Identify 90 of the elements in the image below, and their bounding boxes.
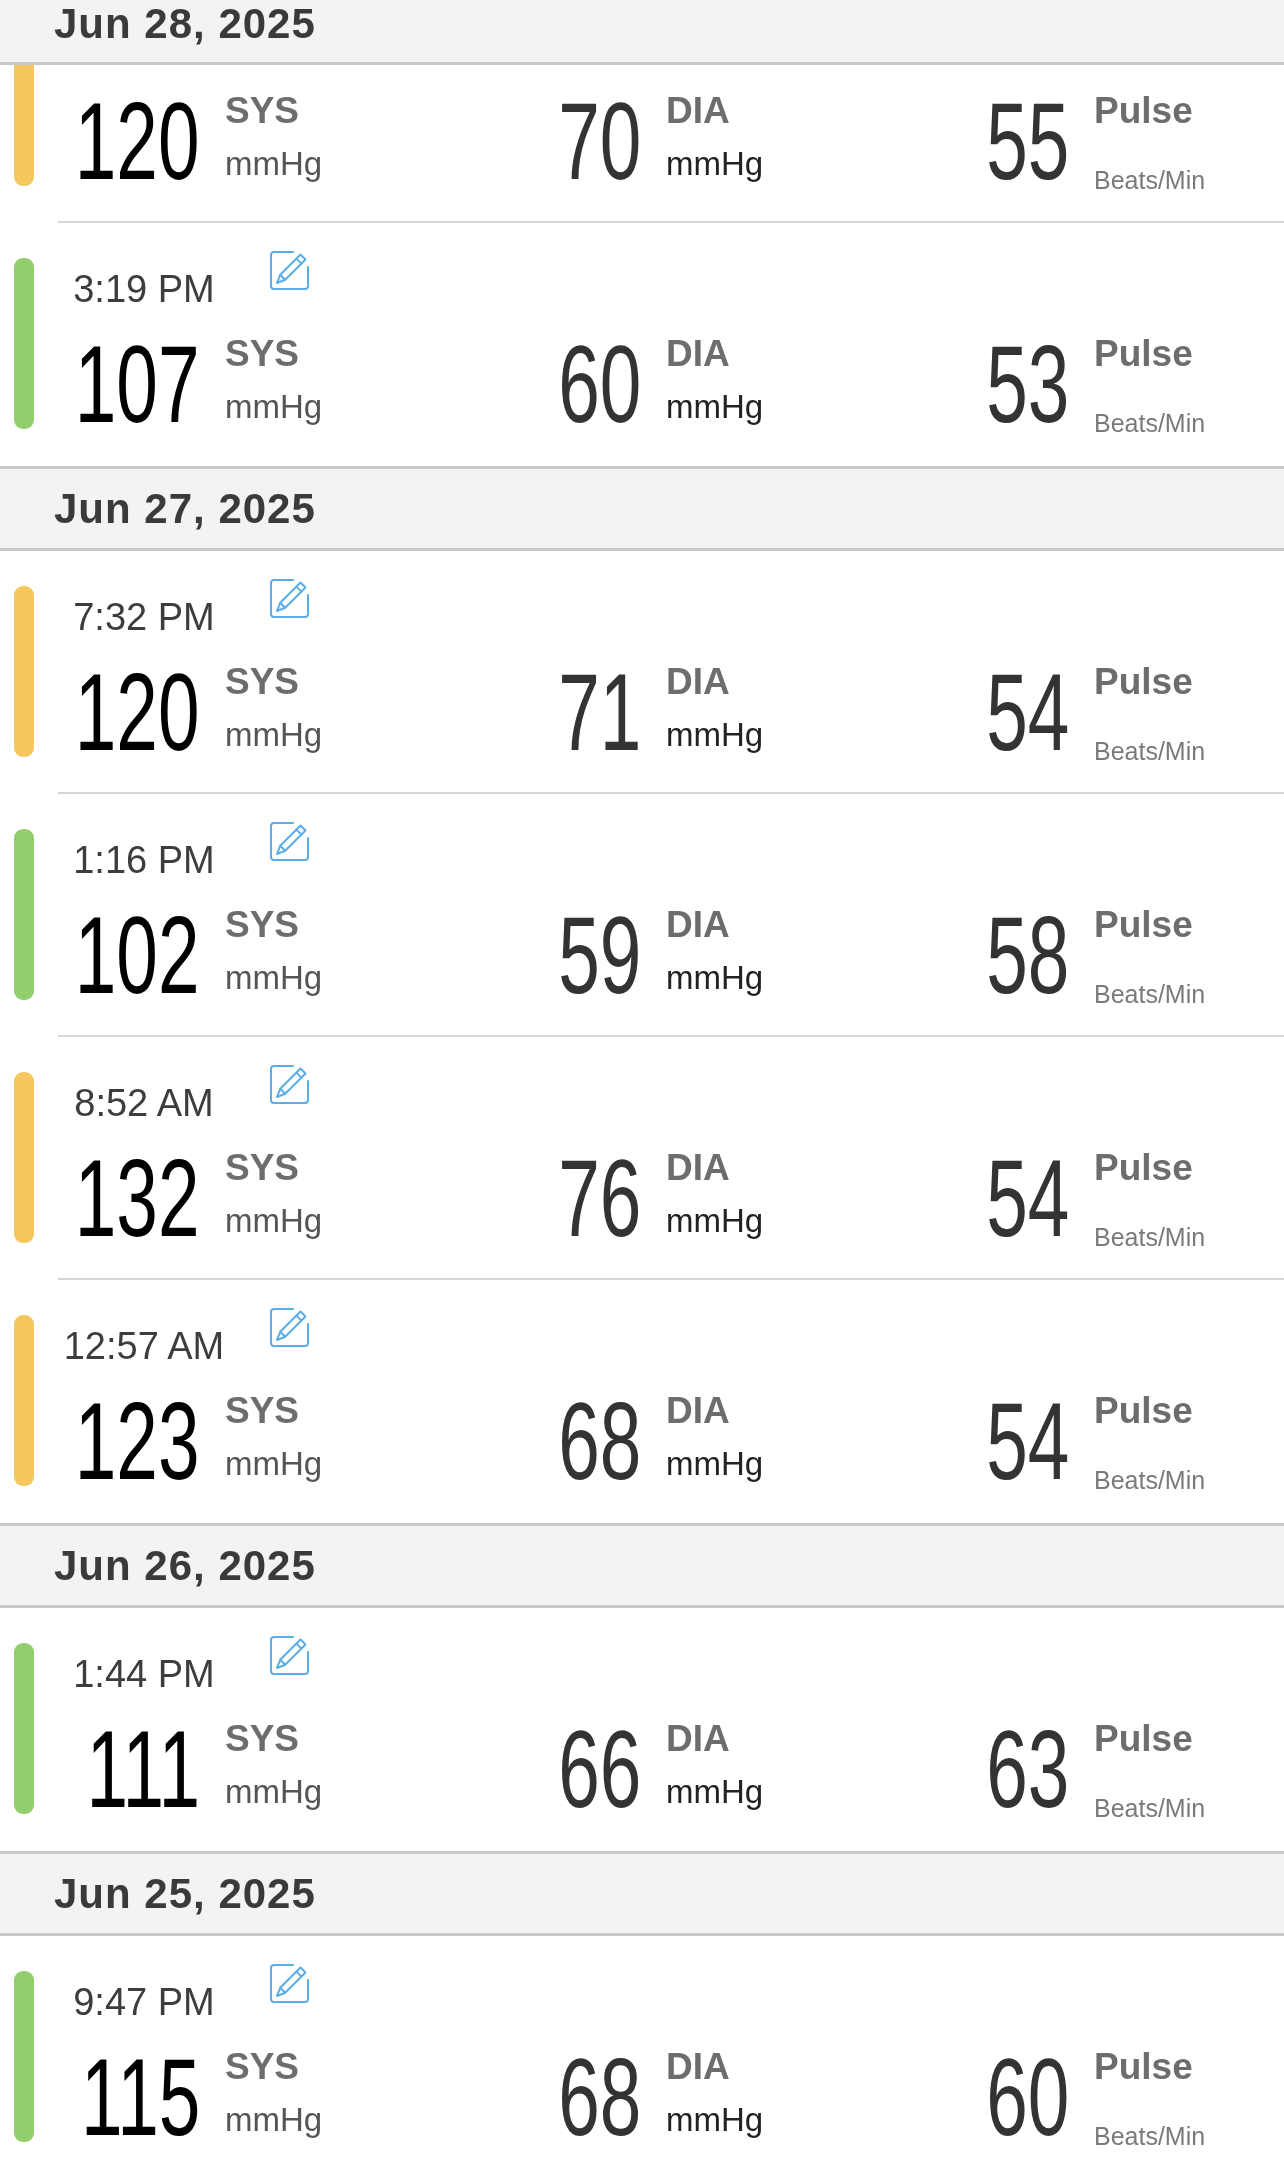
date-header: Jun 25, 2025: [0, 1851, 1284, 1936]
edit-icon[interactable]: [269, 578, 310, 619]
pulse-value: 54: [985, 1157, 1069, 1240]
diastolic-value: 71: [557, 671, 641, 754]
reading-time: 1:44 PM: [72, 1655, 216, 1693]
diastolic-value: 68: [557, 1400, 641, 1483]
date-header: Jun 27, 2025: [0, 466, 1284, 551]
reading-time: 3:19 PM: [72, 270, 216, 308]
systolic-label: SYS: [225, 1149, 300, 1186]
pulse-label: Pulse: [1094, 2048, 1193, 2085]
diastolic-unit: mmHg: [666, 1204, 764, 1237]
diastolic-unit: mmHg: [666, 961, 764, 994]
diastolic-label: DIA: [666, 1720, 730, 1757]
systolic-unit: mmHg: [225, 1775, 323, 1808]
systolic-value: 111: [86, 1728, 200, 1811]
systolic-label: SYS: [225, 663, 300, 700]
edit-icon[interactable]: [269, 1635, 310, 1676]
diastolic-label: DIA: [666, 663, 730, 700]
diastolic-value: 59: [557, 914, 641, 997]
systolic-unit: mmHg: [225, 390, 323, 423]
reading-time: 7:32 PM: [72, 598, 216, 636]
pulse-label: Pulse: [1094, 1720, 1193, 1757]
pulse-value: 54: [985, 1400, 1069, 1483]
edit-icon[interactable]: [269, 250, 310, 291]
systolic-value: 115: [80, 2056, 200, 2139]
diastolic-label: DIA: [666, 92, 730, 129]
systolic-label: SYS: [225, 335, 300, 372]
pulse-label: Pulse: [1094, 1149, 1193, 1186]
diastolic-unit: mmHg: [666, 1775, 764, 1808]
systolic-label: SYS: [225, 1392, 300, 1429]
pulse-label: Pulse: [1094, 335, 1193, 372]
pulse-unit: Beats/Min: [1094, 739, 1206, 764]
diastolic-unit: mmHg: [666, 718, 764, 751]
systolic-label: SYS: [225, 92, 300, 129]
pulse-unit: Beats/Min: [1094, 1468, 1206, 1493]
diastolic-label: DIA: [666, 335, 730, 372]
diastolic-unit: mmHg: [666, 147, 764, 180]
edit-icon[interactable]: [269, 821, 310, 862]
systolic-label: SYS: [225, 1720, 300, 1757]
edit-icon[interactable]: [269, 1963, 310, 2004]
pulse-unit: Beats/Min: [1094, 982, 1206, 1007]
diastolic-value: 70: [557, 100, 641, 183]
systolic-unit: mmHg: [225, 1204, 323, 1237]
pulse-value: 54: [985, 671, 1069, 754]
pulse-unit: Beats/Min: [1094, 411, 1206, 436]
reading-time: 1:16 PM: [72, 841, 216, 879]
systolic-value: 120: [75, 100, 200, 183]
pulse-label: Pulse: [1094, 1392, 1193, 1429]
edit-icon[interactable]: [269, 1307, 310, 1348]
diastolic-value: 68: [557, 2056, 641, 2139]
diastolic-value: 60: [557, 343, 641, 426]
systolic-value: 102: [75, 914, 200, 997]
systolic-value: 123: [75, 1400, 200, 1483]
date-header: Jun 26, 2025: [0, 1523, 1284, 1608]
pulse-value: 60: [985, 2056, 1069, 2139]
pulse-value: 63: [985, 1728, 1069, 1811]
systolic-unit: mmHg: [225, 961, 323, 994]
pulse-label: Pulse: [1094, 92, 1193, 129]
diastolic-label: DIA: [666, 1149, 730, 1186]
reading-time: 12:57 AM: [62, 1327, 226, 1365]
pulse-value: 55: [985, 100, 1069, 183]
pulse-value: 53: [985, 343, 1069, 426]
pulse-label: Pulse: [1094, 906, 1193, 943]
edit-icon[interactable]: [269, 1064, 310, 1105]
diastolic-unit: mmHg: [666, 1447, 764, 1480]
diastolic-label: DIA: [666, 1392, 730, 1429]
pulse-unit: Beats/Min: [1094, 1796, 1206, 1821]
systolic-unit: mmHg: [225, 718, 323, 751]
systolic-label: SYS: [225, 2048, 300, 2085]
date-header: Jun 28, 2025: [0, 0, 1284, 65]
pulse-unit: Beats/Min: [1094, 2124, 1206, 2149]
reading-time: 8:52 AM: [73, 1084, 215, 1122]
systolic-value: 132: [75, 1157, 200, 1240]
diastolic-label: DIA: [666, 2048, 730, 2085]
systolic-value: 120: [75, 671, 200, 754]
diastolic-value: 76: [557, 1157, 641, 1240]
pulse-value: 58: [985, 914, 1069, 997]
systolic-unit: mmHg: [225, 2103, 323, 2136]
systolic-label: SYS: [225, 906, 300, 943]
diastolic-label: DIA: [666, 906, 730, 943]
pulse-unit: Beats/Min: [1094, 1225, 1206, 1250]
pulse-label: Pulse: [1094, 663, 1193, 700]
reading-time: 9:47 PM: [72, 1983, 216, 2021]
pulse-unit: Beats/Min: [1094, 168, 1206, 193]
systolic-unit: mmHg: [225, 1447, 323, 1480]
diastolic-unit: mmHg: [666, 2103, 764, 2136]
systolic-value: 107: [75, 343, 200, 426]
diastolic-unit: mmHg: [666, 390, 764, 423]
systolic-unit: mmHg: [225, 147, 323, 180]
diastolic-value: 66: [557, 1728, 641, 1811]
